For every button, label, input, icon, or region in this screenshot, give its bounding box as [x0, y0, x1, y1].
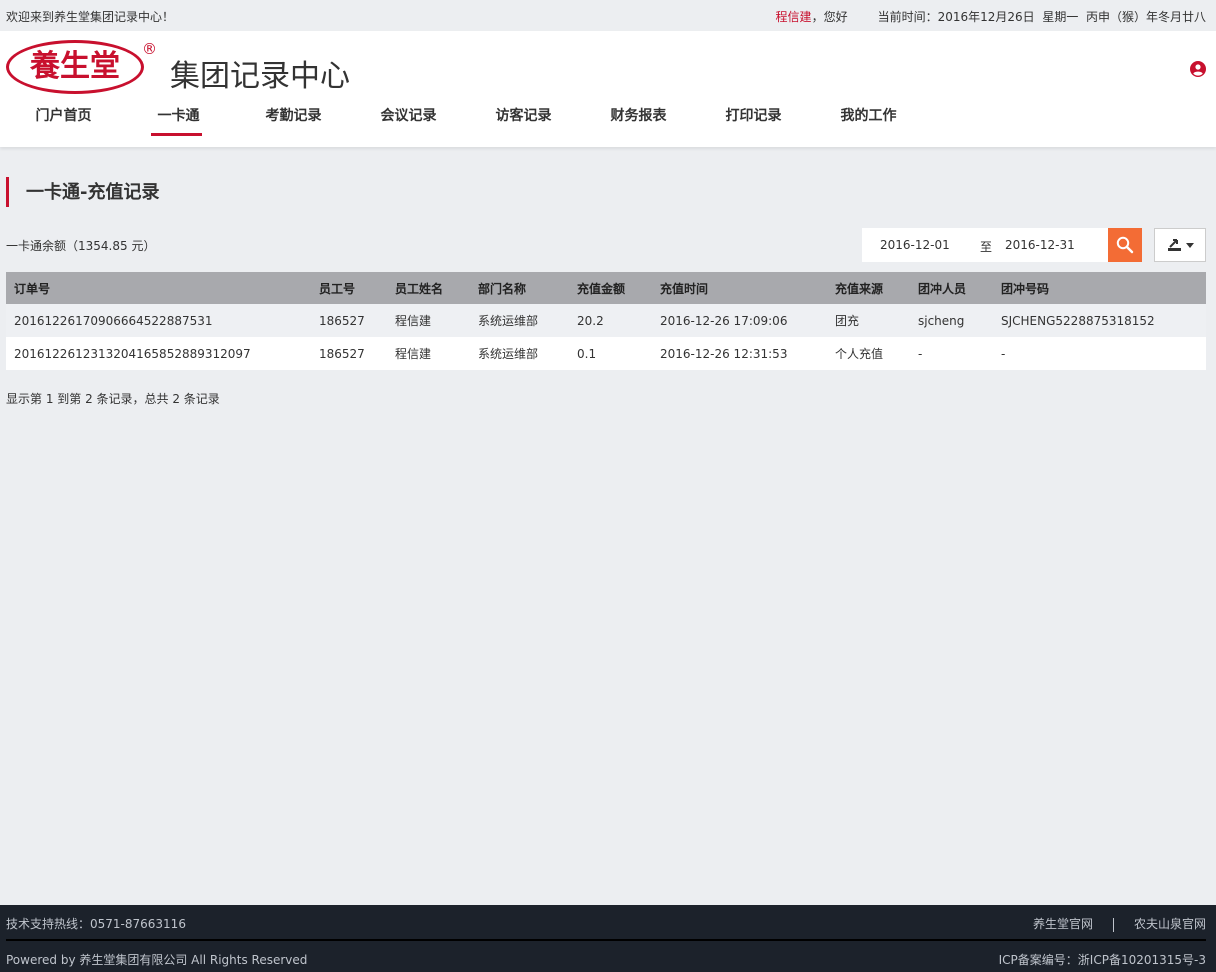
current-weekday: 星期一 — [1042, 10, 1079, 24]
end-date-input[interactable] — [1005, 228, 1095, 262]
top-bar: 欢迎来到养生堂集团记录中心！ 程信建，您好 当前时间：2016年12月26日 星期… — [0, 0, 1216, 31]
col-employee-id[interactable]: 员工号 — [311, 272, 387, 304]
pagination-info: 显示第 1 到第 2 条记录，总共 2 条记录 — [6, 392, 220, 406]
nav-item-attendance[interactable]: 考勤记录 — [236, 107, 351, 125]
user-status: 程信建，您好 当前时间：2016年12月26日 星期一 丙申（猴）年冬月廿八 — [776, 8, 1206, 25]
col-source[interactable]: 充值来源 — [827, 272, 910, 304]
order-no-cell: 2016122612313204165852889312097 — [6, 337, 311, 370]
search-icon — [1116, 236, 1134, 254]
footer-link-nfsq[interactable]: 农夫山泉官网 — [1134, 917, 1206, 931]
nav-item-visitor[interactable]: 访客记录 — [466, 107, 581, 125]
col-department[interactable]: 部门名称 — [470, 272, 569, 304]
nav-item-meeting[interactable]: 会议记录 — [351, 107, 466, 125]
export-icon — [1168, 239, 1181, 251]
footer-links: 养生堂官网 农夫山泉官网 — [1033, 915, 1206, 932]
footer: 技术支持热线：0571-87663116 养生堂官网 农夫山泉官网 Powered… — [0, 905, 1216, 972]
brand-logo[interactable]: 養生堂 — [6, 40, 144, 94]
nav-item-card[interactable]: 一卡通 — [121, 107, 236, 136]
registered-mark: ® — [142, 40, 157, 58]
source-cell: 团充 — [827, 304, 910, 337]
user-icon[interactable] — [1190, 61, 1206, 77]
amount-cell: 0.1 — [569, 337, 652, 370]
header: 養生堂 ® 集团记录中心 门户首页 一卡通 考勤记录 会议记录 访客记录 财务报… — [0, 31, 1216, 147]
nav-item-print[interactable]: 打印记录 — [696, 107, 811, 125]
chevron-down-icon — [1186, 243, 1194, 248]
page-title: 一卡通-充值记录 — [6, 177, 159, 207]
nav-item-finance[interactable]: 财务报表 — [581, 107, 696, 125]
icp-number: ICP备案编号：浙ICP备10201315号-3 — [998, 953, 1206, 967]
amount-cell: 20.2 — [569, 304, 652, 337]
start-date-input[interactable] — [880, 228, 970, 262]
group-code-cell: SJCHENG5228875318152 — [993, 304, 1206, 337]
card-balance: 一卡通余额（1354.85 元） — [6, 239, 156, 253]
employee-id-cell: 186527 — [311, 337, 387, 370]
department-cell: 系统运维部 — [470, 304, 569, 337]
logo-text: 養生堂 — [30, 49, 120, 84]
nav-item-home[interactable]: 门户首页 — [6, 107, 121, 125]
recharge-time-cell: 2016-12-26 17:09:06 — [652, 304, 827, 337]
source-cell: 个人充值 — [827, 337, 910, 370]
col-order-no[interactable]: 订单号 — [6, 272, 311, 304]
time-label: 当前时间： — [877, 10, 938, 24]
table-row[interactable]: 20161226170906664522887531 186527 程信建 系统… — [6, 304, 1206, 337]
department-cell: 系统运维部 — [470, 337, 569, 370]
footer-divider — [6, 939, 1206, 941]
col-group-code[interactable]: 团冲号码 — [993, 272, 1206, 304]
greeting-text: ，您好 — [811, 10, 848, 24]
footer-link-divider — [1112, 917, 1114, 932]
date-separator: 至 — [980, 240, 993, 254]
search-button[interactable] — [1108, 228, 1142, 262]
employee-name-cell: 程信建 — [387, 337, 470, 370]
recharge-records-table: 订单号 员工号 员工姓名 部门名称 充值金额 充值时间 充值来源 团冲人员 团冲… — [6, 272, 1206, 370]
footer-link-yst[interactable]: 养生堂官网 — [1033, 917, 1093, 931]
col-amount[interactable]: 充值金额 — [569, 272, 652, 304]
nav-item-my-work[interactable]: 我的工作 — [811, 107, 926, 125]
table-header-row: 订单号 员工号 员工姓名 部门名称 充值金额 充值时间 充值来源 团冲人员 团冲… — [6, 272, 1206, 304]
col-recharge-time[interactable]: 充值时间 — [652, 272, 827, 304]
support-hotline: 技术支持热线：0571-87663116 — [6, 917, 186, 931]
table-row[interactable]: 2016122612313204165852889312097 186527 程… — [6, 337, 1206, 370]
lunar-date: 丙申（猴）年冬月廿八 — [1085, 10, 1206, 24]
recharge-time-cell: 2016-12-26 12:31:53 — [652, 337, 827, 370]
col-group-operator[interactable]: 团冲人员 — [910, 272, 993, 304]
group-code-cell: - — [993, 337, 1206, 370]
date-range-picker: 至 — [862, 228, 1108, 262]
copyright-text: Powered by 养生堂集团有限公司 All Rights Reserved — [6, 953, 308, 967]
current-user-name[interactable]: 程信建 — [776, 10, 812, 24]
site-title: 集团记录中心 — [170, 59, 350, 94]
export-button[interactable] — [1154, 228, 1206, 262]
employee-id-cell: 186527 — [311, 304, 387, 337]
group-operator-cell: - — [910, 337, 993, 370]
col-employee-name[interactable]: 员工姓名 — [387, 272, 470, 304]
group-operator-cell: sjcheng — [910, 304, 993, 337]
welcome-text: 欢迎来到养生堂集团记录中心！ — [6, 10, 175, 24]
current-date: 2016年12月26日 — [937, 10, 1035, 24]
order-no-cell: 20161226170906664522887531 — [6, 304, 311, 337]
employee-name-cell: 程信建 — [387, 304, 470, 337]
